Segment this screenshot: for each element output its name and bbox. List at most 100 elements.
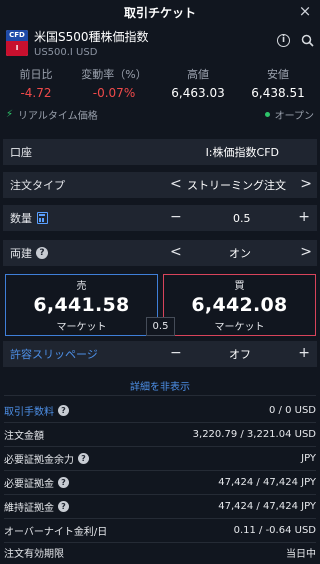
logo-bottom-text: I xyxy=(6,41,28,56)
info-icon[interactable]: i xyxy=(277,34,290,47)
spread-badge: 0.5 xyxy=(146,317,175,336)
detail-label[interactable]: 取引手数料 xyxy=(4,403,54,418)
hedge-prev-button[interactable]: < xyxy=(170,244,182,260)
detail-label: オーバーナイト金利/日 xyxy=(4,527,108,538)
buy-price: 6,442.08 xyxy=(191,294,288,316)
detail-label-wrap: 維持証拠金 ? xyxy=(4,499,69,514)
slippage-field: 許容スリッページ − オフ + xyxy=(3,341,317,367)
slippage-label[interactable]: 許容スリッページ xyxy=(10,346,98,362)
realtime-indicator: ⚡ リアルタイム価格 xyxy=(6,107,98,122)
account-label: 口座 xyxy=(10,146,32,159)
stat-change: 前日比 -4.72 xyxy=(6,66,66,100)
cfd-logo-icon: CFD I xyxy=(6,30,28,56)
detail-label: 必要証拠金 xyxy=(4,479,54,490)
quantity-label-wrap: 数量 xyxy=(10,210,48,226)
slippage-plus-button[interactable]: + xyxy=(298,345,310,361)
status-dot-icon xyxy=(264,111,270,117)
quantity-label: 数量 xyxy=(10,212,32,225)
lightning-icon: ⚡ xyxy=(6,108,14,120)
stat-label: 変動率（%） xyxy=(81,68,147,81)
detail-value: 47,424 / 47,424 JPY xyxy=(218,501,316,512)
quantity-plus-button[interactable]: + xyxy=(298,209,310,225)
market-status-label: オープン xyxy=(274,110,314,122)
hedge-label: 両建 xyxy=(10,247,32,260)
quantity-value[interactable]: 0.5 xyxy=(233,212,251,225)
hedge-field: 両建 ? < オン > xyxy=(3,240,317,266)
detail-value: 3,220.79 / 3,221.04 USD xyxy=(192,429,316,440)
detail-label-wrap: 取引手数料 ? xyxy=(4,403,69,418)
order-type-next-button[interactable]: > xyxy=(300,176,312,192)
quantity-field: 数量 − 0.5 + xyxy=(3,205,317,231)
sell-order-type: マーケット xyxy=(56,322,107,333)
help-icon[interactable]: ? xyxy=(78,453,89,464)
symbol-text: 米国S500種株価指数 US500.I USD xyxy=(34,28,149,58)
sell-price: 6,441.58 xyxy=(33,294,130,316)
detail-row-required-margin: 必要証拠金 ? 47,424 / 47,424 JPY xyxy=(4,471,316,494)
stat-high: 高値 6,463.03 xyxy=(162,66,234,100)
stat-label: 安値 xyxy=(267,68,289,81)
stat-change-rate: 変動率（%） -0.07% xyxy=(74,66,154,100)
sell-button[interactable]: 売 6,441.58 マーケット xyxy=(5,274,158,336)
detail-value: JPY xyxy=(301,453,316,464)
detail-label: 維持証拠金 xyxy=(4,503,54,514)
symbol-row: CFD I 米国S500種株価指数 US500.I USD i xyxy=(0,24,320,62)
symbol-code: US500.I USD xyxy=(34,47,98,58)
hedge-value: オン xyxy=(229,247,251,260)
hedge-next-button[interactable]: > xyxy=(300,244,312,260)
detail-row-commission: 取引手数料 ? 0 / 0 USD xyxy=(4,399,316,422)
stat-value: -4.72 xyxy=(20,86,52,100)
detail-value: 当日中 xyxy=(286,549,316,560)
hide-details-button[interactable]: 詳細を非表示 xyxy=(0,378,320,393)
market-status: オープン xyxy=(264,107,314,122)
detail-row-order-amount: 注文金額 3,220.79 / 3,221.04 USD xyxy=(4,423,316,446)
detail-label: 注文金額 xyxy=(4,431,44,442)
order-type-label: 注文タイプ xyxy=(10,179,65,192)
help-icon[interactable]: ? xyxy=(58,405,69,416)
account-value: I:株価指数CFD xyxy=(205,146,279,159)
detail-label-wrap: 必要証拠金 ? xyxy=(4,475,69,490)
search-icon[interactable] xyxy=(300,34,314,48)
order-type-prev-button[interactable]: < xyxy=(170,176,182,192)
stat-label: 前日比 xyxy=(19,68,53,81)
realtime-label: リアルタイム価格 xyxy=(18,110,98,122)
detail-label-wrap: 必要証拠金余力 ? xyxy=(4,451,89,466)
realtime-row: ⚡ リアルタイム価格 オープン xyxy=(0,106,320,122)
detail-value: 0 / 0 USD xyxy=(269,405,316,416)
detail-value: 47,424 / 47,424 JPY xyxy=(218,477,316,488)
hedge-label-wrap: 両建 ? xyxy=(10,245,48,261)
detail-row-margin-available: 必要証拠金余力 ? JPY xyxy=(4,447,316,470)
slippage-minus-button[interactable]: − xyxy=(170,345,182,361)
detail-row-overnight-rate: オーバーナイト金利/日 0.11 / -0.64 USD xyxy=(4,519,316,542)
account-field[interactable]: 口座 I:株価指数CFD xyxy=(3,139,317,165)
help-icon[interactable]: ? xyxy=(58,501,69,512)
page-title: 取引チケット xyxy=(123,5,196,20)
buy-button[interactable]: 買 6,442.08 マーケット xyxy=(163,274,316,336)
sell-side-label: 売 xyxy=(76,281,87,292)
detail-label: 注文有効期限 xyxy=(4,549,64,560)
detail-row-maintenance-margin: 維持証拠金 ? 47,424 / 47,424 JPY xyxy=(4,495,316,518)
stat-low: 安値 6,438.51 xyxy=(242,66,314,100)
order-type-value: ストリーミング注文 xyxy=(187,179,286,192)
slippage-value: オフ xyxy=(229,348,251,361)
divider xyxy=(4,395,316,396)
stat-value: 6,463.03 xyxy=(171,86,225,100)
help-icon[interactable]: ? xyxy=(58,477,69,488)
logo-top-text: CFD xyxy=(6,30,28,41)
detail-label: 必要証拠金余力 xyxy=(4,455,74,466)
help-icon[interactable]: ? xyxy=(36,247,48,259)
calculator-icon[interactable] xyxy=(37,212,48,224)
symbol-actions: i xyxy=(277,34,314,48)
close-icon[interactable]: × xyxy=(296,2,314,20)
buy-order-type: マーケット xyxy=(214,322,265,333)
stat-value: 6,438.51 xyxy=(251,86,305,100)
symbol-name: 米国S500種株価指数 xyxy=(34,30,149,44)
stat-value: -0.07% xyxy=(92,86,136,100)
detail-value: 0.11 / -0.64 USD xyxy=(233,525,316,536)
order-type-field: 注文タイプ < ストリーミング注文 > xyxy=(3,172,317,198)
header: 取引チケット × xyxy=(0,0,320,24)
detail-row-expiry: 注文有効期限 当日中 xyxy=(4,541,316,564)
stat-label: 高値 xyxy=(187,68,209,81)
price-stats: 前日比 -4.72 変動率（%） -0.07% 高値 6,463.03 安値 6… xyxy=(0,66,320,100)
buy-side-label: 買 xyxy=(234,281,245,292)
quantity-minus-button[interactable]: − xyxy=(170,209,182,225)
